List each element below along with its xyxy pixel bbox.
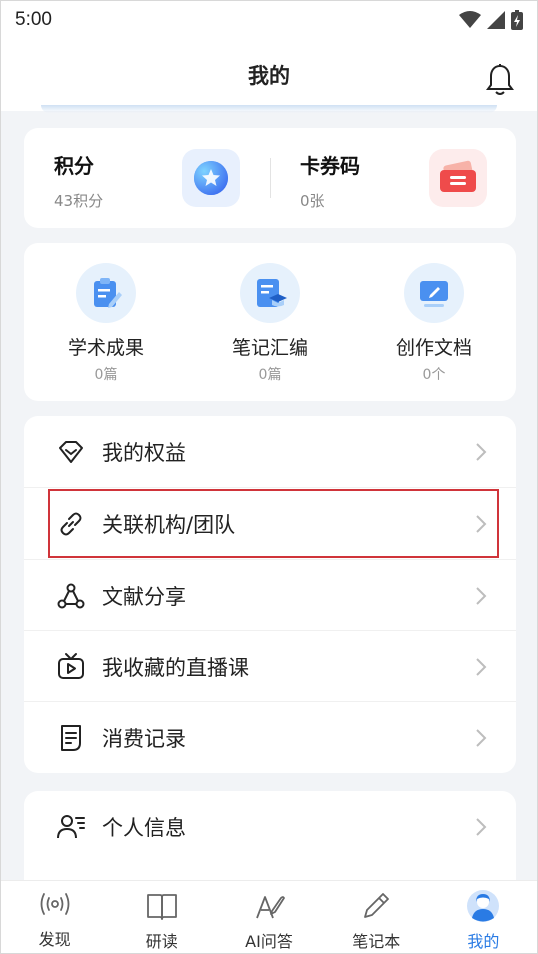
- receipt-icon: [56, 723, 86, 753]
- menu-item-label: 关联机构/团队: [102, 512, 236, 537]
- page-title: 我的: [248, 64, 290, 88]
- chevron-right-icon: [476, 586, 487, 605]
- tab-label: 我的: [467, 932, 500, 951]
- bell-icon[interactable]: [485, 63, 515, 97]
- menu-item-label: 我的权益: [102, 440, 186, 465]
- points-label: 积分: [54, 154, 94, 178]
- tab-label: 研读: [145, 932, 178, 951]
- wifi-icon: [459, 11, 481, 28]
- tab-label: AI问答: [245, 932, 293, 951]
- menu-item-personal-info[interactable]: 个人信息: [24, 791, 516, 862]
- ai-pen-icon: [256, 896, 285, 919]
- tab-study[interactable]: 研读: [108, 881, 215, 953]
- monitor-edit-icon: [404, 263, 464, 323]
- clipboard-edit-icon: [76, 263, 136, 323]
- tab-mine[interactable]: 我的: [430, 881, 537, 953]
- status-bar: 5:00: [1, 1, 537, 39]
- menu-item-my-benefits[interactable]: 我的权益: [24, 416, 516, 487]
- chevron-right-icon: [476, 514, 487, 533]
- document-graduation-icon: [240, 263, 300, 323]
- menu-card: 我的权益 关联机构/团队 文献分享 我收藏的直播课 消费记录: [24, 416, 516, 773]
- share-icon: [56, 581, 86, 611]
- link-icon: [56, 509, 86, 539]
- tab-label: 笔记本: [352, 932, 401, 951]
- tile-count: 0篇: [258, 367, 282, 383]
- menu-item-linked-org[interactable]: 关联机构/团队: [24, 488, 516, 559]
- tile-academic-results[interactable]: 学术成果 0篇: [46, 263, 166, 384]
- tile-count: 0个: [422, 367, 446, 383]
- tile-creative-docs[interactable]: 创作文档 0个: [374, 263, 494, 384]
- page-header: 我的: [1, 39, 537, 111]
- pencil-icon: [364, 893, 390, 918]
- tab-ai-qa[interactable]: AI问答: [215, 881, 322, 953]
- coupon-entry[interactable]: 卡券码 0张: [271, 128, 516, 228]
- signal-icon: [487, 11, 505, 29]
- tile-label: 创作文档: [395, 337, 472, 359]
- phone-screen: 5:00 我的 积分 43积分 卡券码 0张 学术成果 0篇 笔记汇编 0篇 创…: [0, 0, 538, 954]
- menu-item-label: 我收藏的直播课: [102, 655, 249, 680]
- tile-label: 学术成果: [67, 337, 144, 359]
- menu-item-label: 消费记录: [102, 726, 186, 751]
- coupon-value: 0张: [300, 192, 325, 210]
- chevron-right-icon: [476, 817, 487, 836]
- menu-item-literature-share[interactable]: 文献分享: [24, 560, 516, 631]
- diamond-icon: [56, 437, 86, 467]
- tile-count: 0篇: [94, 367, 118, 383]
- points-value: 43积分: [54, 192, 104, 210]
- coupon-ticket-icon: [429, 149, 487, 207]
- chevron-right-icon: [476, 657, 487, 676]
- battery-icon: [511, 10, 523, 30]
- book-icon: [146, 894, 177, 920]
- menu-item-label: 文献分享: [102, 584, 186, 609]
- avatar-icon: [467, 890, 500, 922]
- bottom-tab-bar: 发现 研读 AI问答 笔记本 我的: [1, 880, 537, 953]
- menu-item-consumption-record[interactable]: 消费记录: [24, 702, 516, 773]
- tile-label: 笔记汇编: [231, 337, 308, 359]
- chevron-right-icon: [476, 442, 487, 461]
- tv-icon: [56, 652, 86, 682]
- system-icons: [459, 10, 523, 30]
- points-entry[interactable]: 积分 43积分: [24, 128, 270, 228]
- chevron-right-icon: [476, 728, 487, 747]
- radar-icon: [40, 893, 69, 915]
- coupon-label: 卡券码: [300, 154, 360, 178]
- tab-notebook[interactable]: 笔记本: [323, 881, 430, 953]
- tile-notes-compilation[interactable]: 笔记汇编 0篇: [210, 263, 330, 384]
- tab-label: 发现: [38, 930, 71, 949]
- points-badge-icon: [182, 149, 240, 207]
- menu-item-favorite-live[interactable]: 我收藏的直播课: [24, 631, 516, 702]
- tab-discover[interactable]: 发现: [1, 881, 108, 953]
- points-card: 积分 43积分 卡券码 0张: [24, 128, 516, 228]
- menu-item-label: 个人信息: [102, 815, 186, 840]
- works-card: 学术成果 0篇 笔记汇编 0篇 创作文档 0个: [24, 243, 516, 401]
- user-icon: [56, 812, 86, 842]
- header-accent-shadow: [41, 105, 497, 113]
- status-time: 5:00: [15, 9, 52, 30]
